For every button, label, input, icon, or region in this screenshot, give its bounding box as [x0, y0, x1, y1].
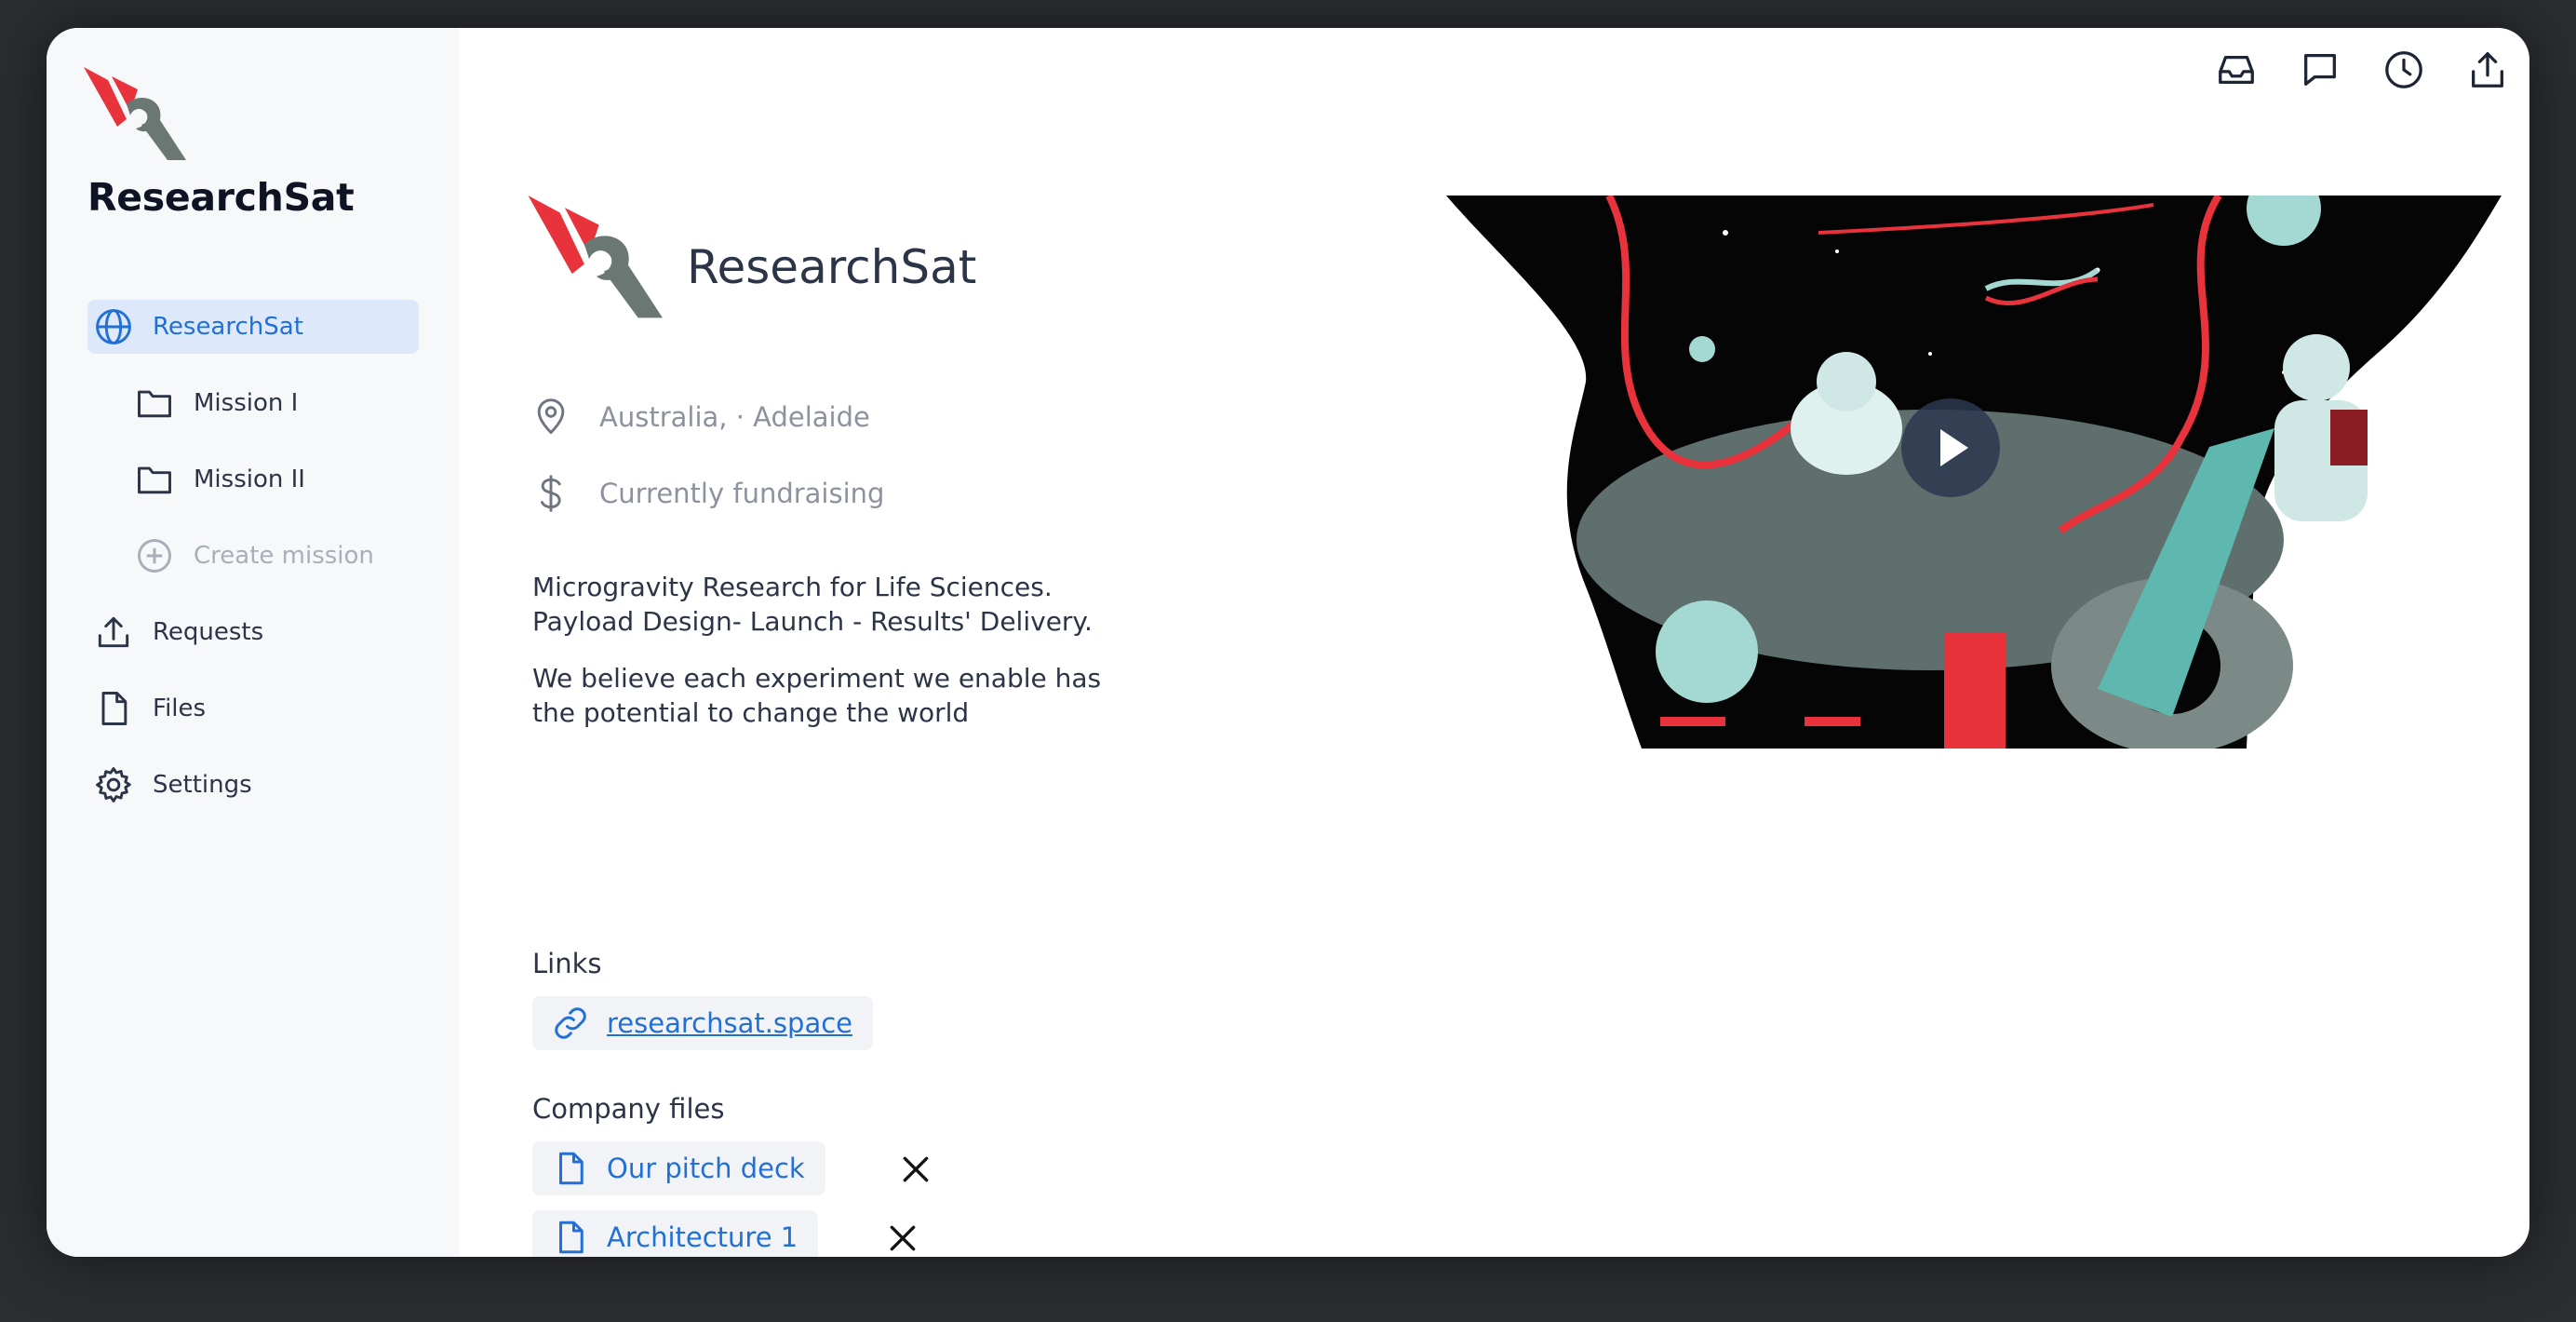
sidebar-item-label: ResearchSat: [153, 313, 303, 341]
sidebar-item-label: Mission II: [194, 465, 305, 493]
folder-icon: [138, 466, 171, 494]
share-icon[interactable]: [2466, 48, 2509, 91]
location-text: Australia, · Adelaide: [599, 401, 870, 433]
map-pin-icon: [537, 398, 565, 435]
description-line: the potential to change the world: [532, 697, 970, 728]
sidebar-item-requests[interactable]: Requests: [93, 605, 263, 659]
plus-circle-icon: [138, 539, 171, 573]
company-logo: [528, 196, 663, 318]
sidebar-item-settings[interactable]: Settings: [93, 758, 252, 812]
brand-name: ResearchSat: [87, 175, 355, 220]
sidebar-item-label: Settings: [153, 771, 252, 799]
link-chip[interactable]: researchsat.space: [532, 996, 874, 1050]
company-files-title: Company files: [532, 1093, 725, 1125]
researchsat-logo: [84, 67, 186, 160]
links-title: Links: [532, 948, 602, 979]
gear-icon: [96, 767, 131, 803]
file-label: Architecture 1: [607, 1221, 798, 1253]
chat-icon[interactable]: [2299, 48, 2341, 91]
sidebar-item-mission-ii[interactable]: Mission II: [134, 452, 305, 506]
globe-icon: [96, 309, 131, 344]
sidebar-item-label: Files: [153, 695, 207, 722]
close-icon[interactable]: [897, 1151, 934, 1188]
sidebar-item-label: Mission I: [194, 389, 299, 417]
sidebar-item-create-mission[interactable]: Create mission: [134, 529, 374, 583]
company-description-2: We believe each experiment we enable has…: [532, 661, 1184, 730]
description-line: Microgravity Research for Life Sciences.: [532, 572, 1053, 602]
play-button[interactable]: [1901, 398, 2000, 497]
sidebar-item-files[interactable]: Files: [93, 681, 206, 735]
top-toolbar: [2215, 48, 2509, 91]
sidebar: ResearchSat ResearchSat Mission I Missio…: [47, 28, 460, 1257]
upload-icon: [98, 616, 129, 648]
clock-icon[interactable]: [2382, 48, 2425, 91]
file-icon: [559, 1152, 584, 1185]
file-label: Our pitch deck: [607, 1153, 805, 1184]
file-chip-pitch-deck[interactable]: Our pitch deck: [532, 1141, 825, 1195]
file-icon: [559, 1221, 584, 1254]
description-line: Payload Design- Launch - Results' Delive…: [532, 606, 1093, 637]
inbox-icon[interactable]: [2215, 48, 2258, 91]
file-icon: [101, 692, 127, 725]
status-text: Currently fundraising: [599, 478, 885, 509]
close-icon[interactable]: [884, 1220, 921, 1257]
sidebar-item-label: Create mission: [194, 542, 374, 570]
description-line: We believe each experiment we enable has: [532, 663, 1102, 694]
main-content: ResearchSat Australia, · Adelaide Curren…: [460, 28, 2529, 1257]
company-description-1: Microgravity Research for Life Sciences.…: [532, 570, 1184, 639]
location-row: Australia, · Adelaide: [530, 397, 870, 438]
dollar-icon: [541, 475, 561, 512]
folder-icon: [138, 390, 171, 418]
app-window: ResearchSat ResearchSat Mission I Missio…: [47, 28, 2529, 1257]
file-chip-architecture[interactable]: Architecture 1: [532, 1210, 819, 1257]
fundraising-row: Currently fundraising: [530, 473, 884, 514]
link-icon: [555, 1007, 586, 1039]
company-name: ResearchSat: [687, 240, 977, 294]
link-label: researchsat.space: [607, 1007, 853, 1039]
sidebar-item-mission-i[interactable]: Mission I: [134, 376, 298, 430]
sidebar-item-label: Requests: [153, 618, 264, 646]
sidebar-item-researchsat[interactable]: ResearchSat: [87, 300, 419, 354]
